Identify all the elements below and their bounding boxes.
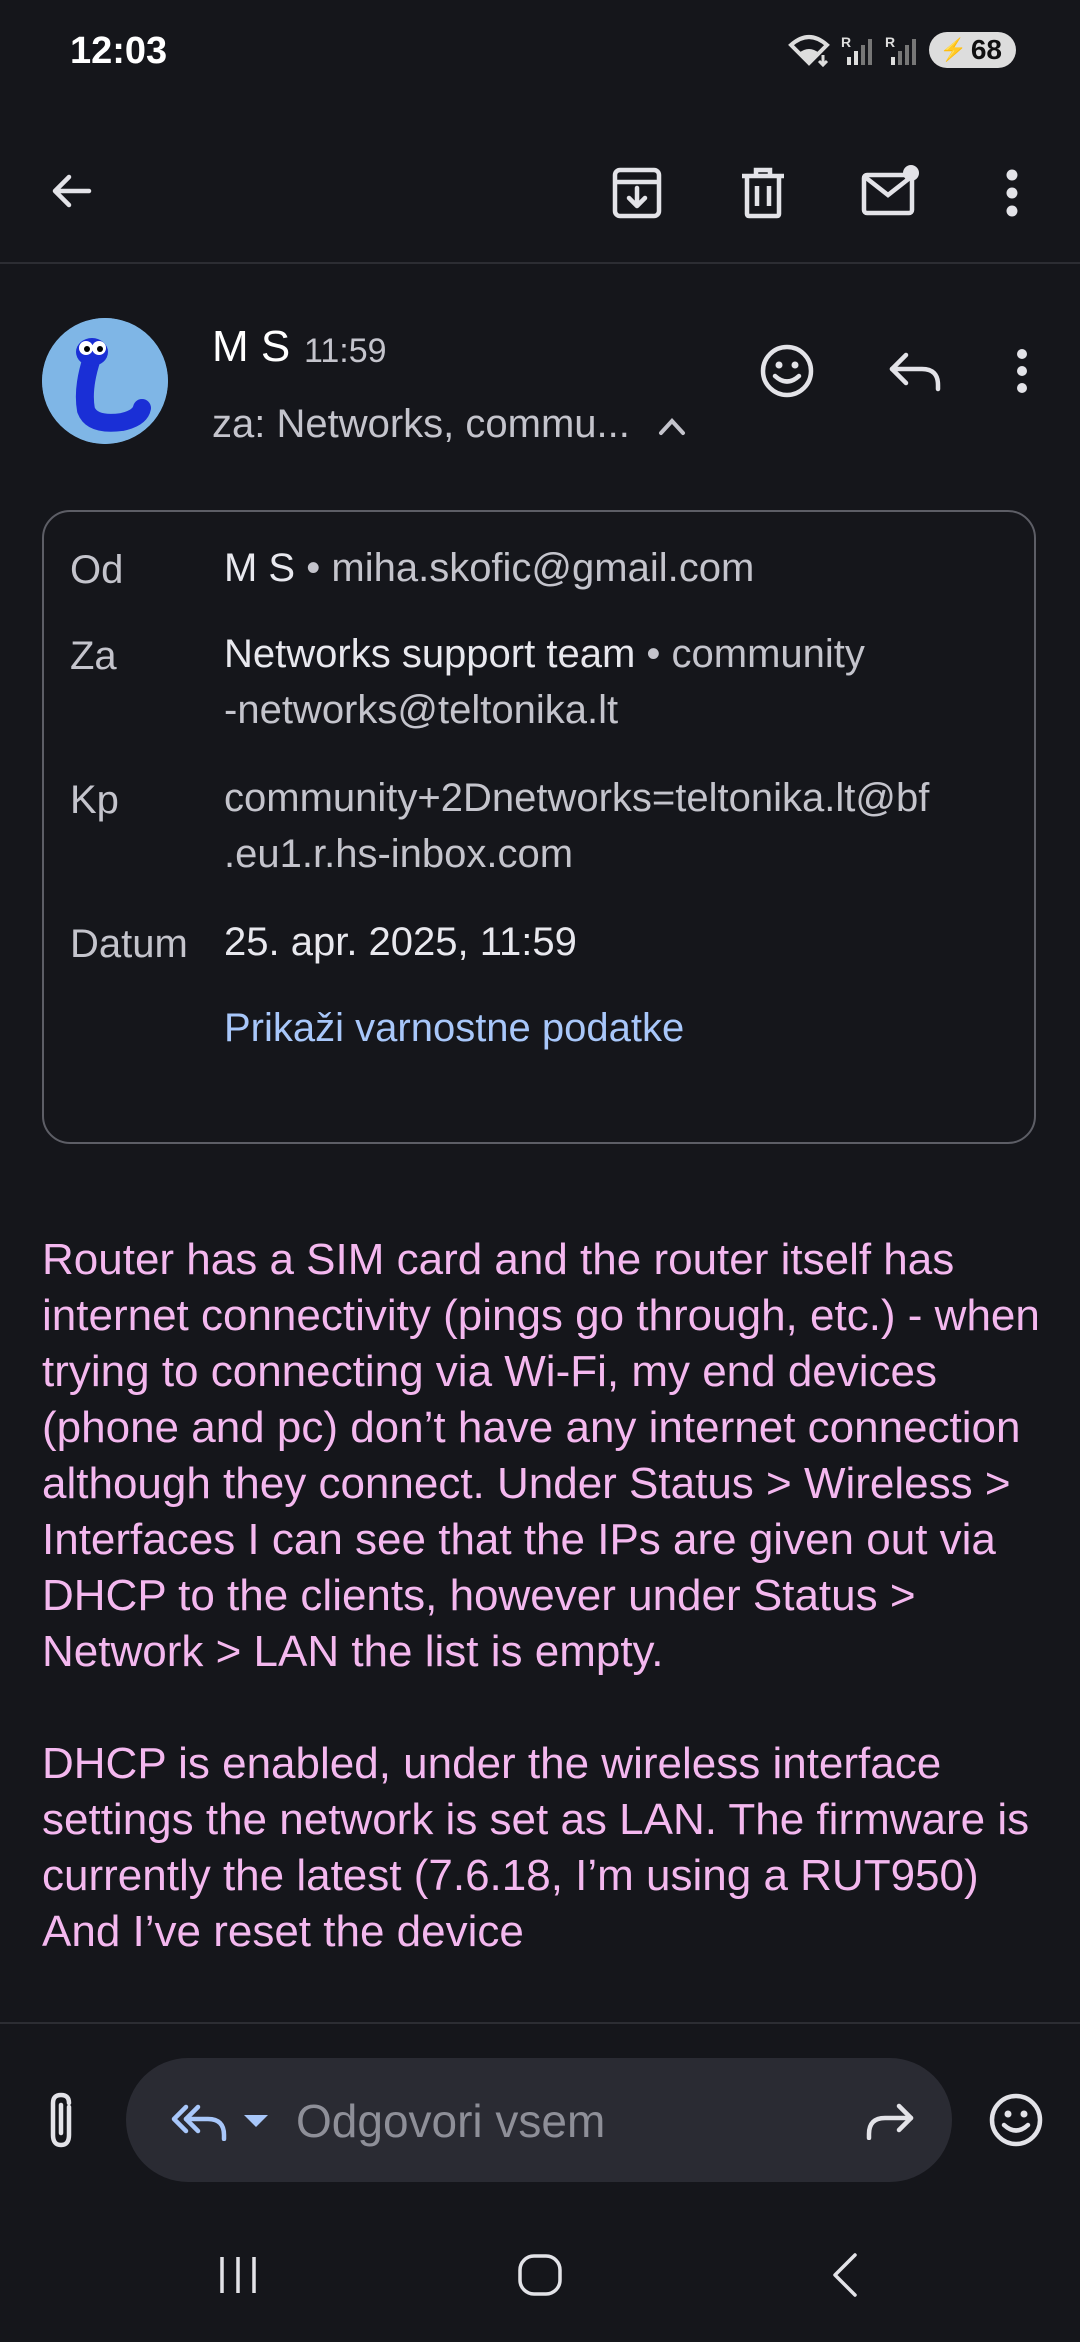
battery-icon: ⚡ 68	[929, 32, 1016, 68]
add-reaction-button[interactable]	[752, 336, 822, 406]
archive-button[interactable]	[600, 156, 674, 230]
message-body: Router has a SIM card and the router its…	[42, 1232, 1042, 2016]
more-options-button[interactable]	[980, 156, 1044, 230]
cc-line2: .eu1.r.hs-inbox.com	[224, 832, 574, 876]
from-label: Od	[70, 548, 124, 592]
top-app-bar	[0, 120, 1080, 260]
recipients-summary-text: za: Networks, commu...	[212, 402, 630, 446]
forward-button[interactable]	[860, 2092, 920, 2148]
status-time: 12:03	[70, 30, 168, 72]
to-label: Za	[70, 634, 117, 678]
date-label: Datum	[70, 922, 188, 966]
reply-all-icon	[171, 2104, 227, 2141]
system-back-button[interactable]	[806, 2240, 882, 2310]
show-security-details-link[interactable]: Prikaži varnostne podatke	[224, 1000, 684, 1056]
reply-icon	[889, 352, 941, 392]
avatar[interactable]	[42, 318, 168, 444]
chevron-left-icon	[833, 2253, 857, 2297]
sender-name: M S	[212, 322, 291, 371]
mail-unread-icon	[861, 165, 919, 216]
emoji-reaction-button[interactable]	[984, 2088, 1048, 2152]
svg-text:R: R	[885, 34, 895, 50]
from-email[interactable]: miha.skofic@gmail.com	[331, 546, 754, 590]
wifi-icon	[788, 35, 831, 67]
from-name: M S	[224, 546, 296, 590]
cc-label: Kp	[70, 778, 119, 822]
recents-icon	[220, 2257, 256, 2293]
cc-value[interactable]: community+2Dnetworks=teltonika.lt@bf .eu…	[224, 770, 1024, 882]
battery-level: 68	[970, 34, 1002, 65]
trash-icon	[742, 167, 784, 219]
date-value: 25. apr. 2025, 11:59	[224, 920, 577, 964]
archive-icon	[612, 167, 662, 219]
to-name: Networks support team	[224, 632, 636, 676]
recipients-toggle[interactable]: za: Networks, commu...	[212, 402, 687, 447]
worm-avatar-icon	[42, 318, 168, 444]
home-button[interactable]	[502, 2240, 578, 2310]
cc-line1: community+2Dnetworks=teltonika.lt@bf	[224, 776, 930, 820]
to-email-part2[interactable]: -networks@teltonika.lt	[224, 688, 618, 732]
divider	[0, 262, 1080, 264]
emoji-icon	[989, 2093, 1043, 2147]
to-email-part1[interactable]: community	[672, 632, 865, 676]
more-vert-icon	[1017, 349, 1027, 393]
home-icon	[518, 2254, 562, 2296]
svg-text:R: R	[841, 34, 851, 50]
forward-icon	[866, 2103, 914, 2140]
paperclip-icon	[50, 2092, 72, 2148]
reply-button[interactable]	[880, 336, 950, 406]
message-more-button[interactable]	[1000, 336, 1044, 406]
reply-mode-dropdown[interactable]	[160, 2096, 280, 2146]
message-time: 11:59	[304, 332, 387, 370]
arrow-left-icon	[52, 174, 92, 208]
back-button[interactable]	[36, 156, 106, 226]
message-details-card: Od M S • miha.skofic@gmail.com Za Networ…	[42, 510, 1036, 1144]
more-vert-icon	[1006, 169, 1018, 217]
chevron-up-icon	[659, 418, 685, 436]
delete-button[interactable]	[726, 156, 800, 230]
to-value: Networks support team • community -netwo…	[224, 632, 865, 732]
recent-apps-button[interactable]	[200, 2240, 276, 2310]
emoji-icon	[760, 344, 814, 398]
signal-r-icon: R	[841, 34, 873, 65]
body-paragraph: DHCP is enabled, under the wireless inte…	[42, 1739, 1030, 1956]
reply-placeholder: Odgovori vsem	[296, 2095, 606, 2147]
attach-button[interactable]	[34, 2088, 88, 2152]
from-value: M S • miha.skofic@gmail.com	[224, 546, 755, 590]
body-paragraph: Router has a SIM card and the router its…	[42, 1235, 1040, 1676]
mark-unread-button[interactable]	[852, 154, 928, 228]
status-icons: R R ⚡ 68	[787, 32, 1016, 68]
signal-r-icon: R	[885, 34, 917, 65]
dropdown-arrow-icon	[244, 2115, 268, 2127]
